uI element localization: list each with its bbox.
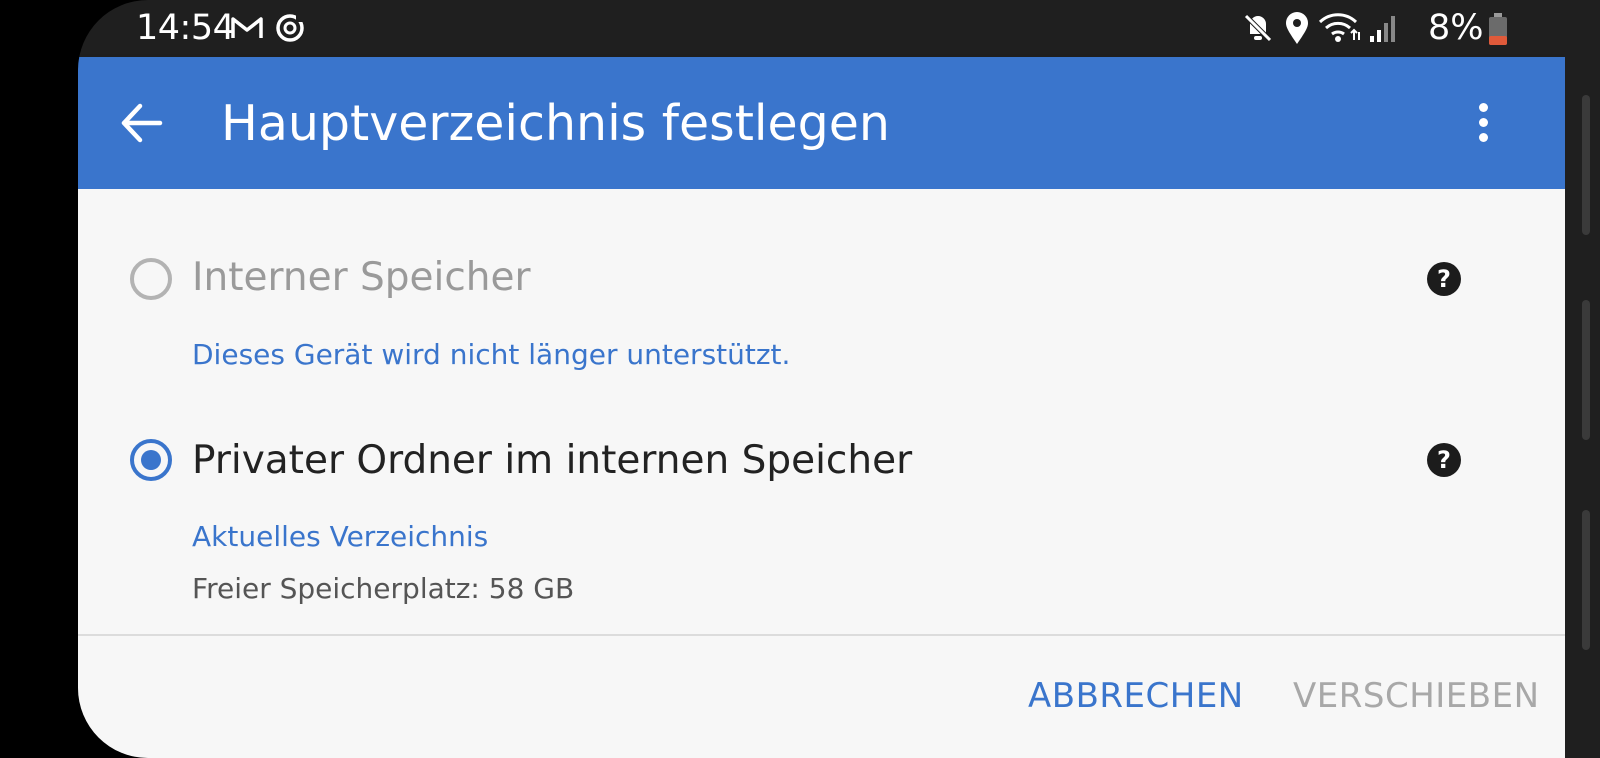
wifi-icon <box>1318 13 1360 42</box>
dialog-actions: ABBRECHEN VERSCHIEBEN <box>78 634 1565 758</box>
sync-icon <box>276 14 304 42</box>
scrollbar-segment <box>1582 95 1590 235</box>
option-label: Interner Speicher <box>192 255 531 300</box>
more-options-icon[interactable] <box>1463 99 1503 147</box>
radio-private-folder[interactable] <box>130 439 172 481</box>
current-directory-label: Aktuelles Verzeichnis <box>192 520 489 553</box>
cancel-button[interactable]: ABBRECHEN <box>1028 676 1244 716</box>
battery-percentage: 8% <box>1428 8 1484 48</box>
battery-low-icon <box>1489 13 1507 45</box>
move-button[interactable]: VERSCHIEBEN <box>1293 676 1540 716</box>
scrollbar-segment <box>1582 510 1590 650</box>
help-icon[interactable]: ? <box>1427 262 1461 296</box>
free-space-label: Freier Speicherplatz: 58 GB <box>192 572 575 605</box>
unsupported-notice: Dieses Gerät wird nicht länger unterstüt… <box>192 338 791 371</box>
help-icon[interactable]: ? <box>1427 443 1461 477</box>
app-bar: Hauptverzeichnis festlegen <box>78 57 1565 189</box>
screen-edge <box>1565 0 1600 758</box>
mute-icon <box>1244 14 1272 42</box>
radio-internal-storage[interactable] <box>130 258 172 300</box>
status-time: 14:54 <box>136 8 235 48</box>
scrollbar-segment <box>1582 300 1590 440</box>
signal-icon <box>1370 16 1395 42</box>
option-label: Privater Ordner im internen Speicher <box>192 438 913 483</box>
storage-options: Interner Speicher ? Dieses Gerät wird ni… <box>78 189 1565 634</box>
page-title: Hauptverzeichnis festlegen <box>221 95 890 152</box>
back-arrow-icon[interactable] <box>116 101 166 145</box>
gmail-icon <box>231 17 263 38</box>
location-icon <box>1286 12 1308 44</box>
status-bar: 14:54 8% <box>78 0 1565 57</box>
phone-screen: 14:54 8% Hauptverzeichnis festlegen Inte… <box>78 0 1565 758</box>
